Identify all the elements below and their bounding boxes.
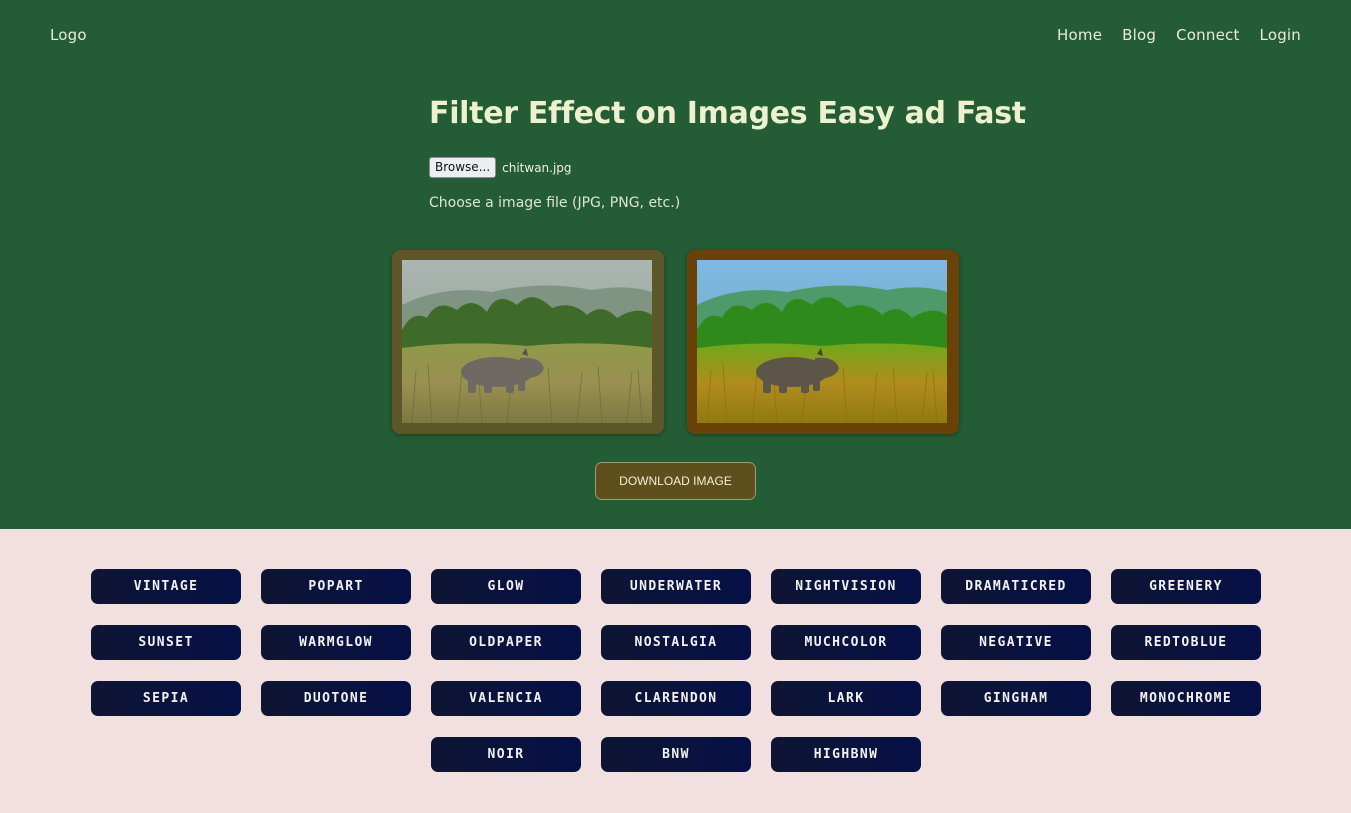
filter-button-redtoblue[interactable]: REDTOBLUE — [1111, 625, 1261, 660]
download-image-button[interactable]: DOWNLOAD IMAGE — [595, 462, 756, 500]
filter-button-negative[interactable]: NEGATIVE — [941, 625, 1091, 660]
filter-button-vintage[interactable]: VINTAGE — [91, 569, 241, 604]
browse-button[interactable]: Browse... — [429, 157, 497, 178]
filter-button-grid: VINTAGE POPART GLOW UNDERWATER NIGHTVISION DR… — [91, 569, 1261, 772]
nav-home[interactable]: Home — [1057, 26, 1102, 44]
filter-button-clarendon[interactable]: CLARENDON — [601, 681, 751, 716]
filter-button-warmglow[interactable]: WARMGLOW — [261, 625, 411, 660]
original-image — [402, 260, 652, 423]
filter-button-bnw[interactable]: BNW — [601, 737, 751, 772]
original-image-frame — [392, 250, 664, 434]
file-input: Browse... chitwan.jpg — [429, 157, 572, 178]
filtered-image-frame — [687, 250, 959, 434]
filter-button-noir[interactable]: NOIR — [431, 737, 581, 772]
filter-button-oldpaper[interactable]: OLDPAPER — [431, 625, 581, 660]
nav-login[interactable]: Login — [1260, 26, 1301, 44]
hero-section: Logo Home Blog Connect Login Filter Effe… — [0, 0, 1351, 529]
filter-button-monochrome[interactable]: MONOCHROME — [1111, 681, 1261, 716]
filter-button-underwater[interactable]: UNDERWATER — [601, 569, 751, 604]
filter-button-highbnw[interactable]: HIGHBNW — [771, 737, 921, 772]
selected-file-name: chitwan.jpg — [502, 160, 572, 175]
filter-button-sepia[interactable]: SEPIA — [91, 681, 241, 716]
filtered-image — [697, 260, 947, 423]
nav-blog[interactable]: Blog — [1122, 26, 1156, 44]
page-title: Filter Effect on Images Easy ad Fast — [429, 96, 1026, 131]
top-nav: Home Blog Connect Login — [1057, 26, 1301, 44]
filter-button-popart[interactable]: POPART — [261, 569, 411, 604]
filter-button-duotone[interactable]: DUOTONE — [261, 681, 411, 716]
filter-button-greenery[interactable]: GREENERY — [1111, 569, 1261, 604]
filter-button-valencia[interactable]: VALENCIA — [431, 681, 581, 716]
filter-button-lark[interactable]: LARK — [771, 681, 921, 716]
filter-button-nightvision[interactable]: NIGHTVISION — [771, 569, 921, 604]
filter-button-sunset[interactable]: SUNSET — [91, 625, 241, 660]
filter-button-muchcolor[interactable]: MUCHCOLOR — [771, 625, 921, 660]
filter-button-nostalgia[interactable]: NOSTALGIA — [601, 625, 751, 660]
file-hint: Choose a image file (JPG, PNG, etc.) — [429, 195, 681, 211]
filter-button-gingham[interactable]: GINGHAM — [941, 681, 1091, 716]
logo[interactable]: Logo — [50, 26, 87, 44]
filter-button-glow[interactable]: GLOW — [431, 569, 581, 604]
filter-button-dramaticred[interactable]: DRAMATICRED — [941, 569, 1091, 604]
nav-connect[interactable]: Connect — [1176, 26, 1239, 44]
